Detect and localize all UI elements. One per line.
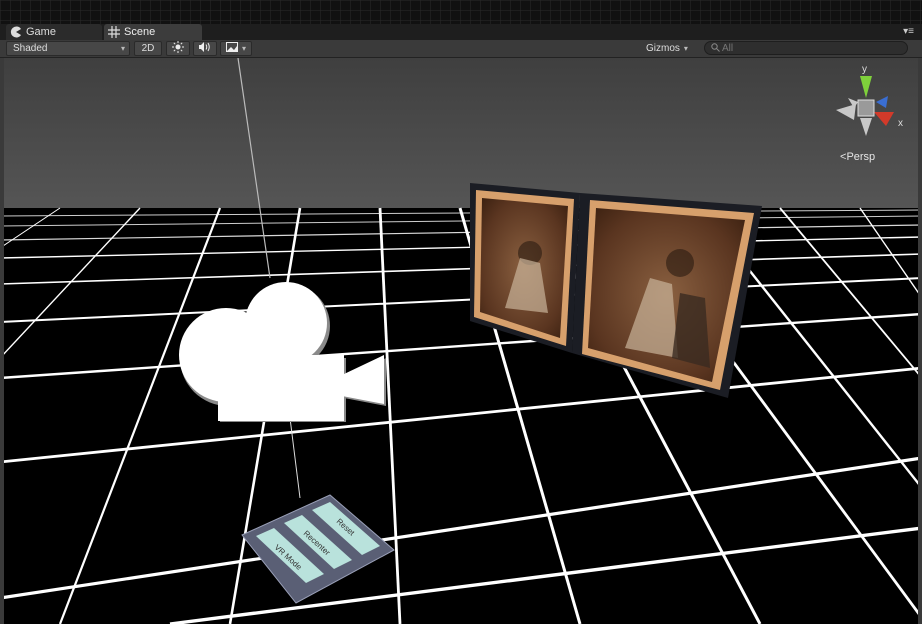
grid-icon (108, 26, 120, 38)
tab-scene-label: Scene (124, 26, 156, 38)
tab-menu-icon[interactable]: ▾≡ (903, 26, 914, 37)
search-input[interactable] (722, 42, 902, 54)
projection-label: Persp (846, 151, 876, 163)
window-top-strip (0, 0, 922, 24)
lighting-toggle-button[interactable] (166, 41, 190, 56)
speaker-icon (198, 41, 212, 56)
shading-mode-dropdown[interactable]: Shaded ▾ (6, 41, 130, 56)
2d-mode-label: 2D (141, 43, 155, 54)
scene-toolbar: Shaded ▾ 2D ▾ Gizmos ▾ (0, 40, 922, 58)
right-panel-edge (918, 58, 922, 624)
sun-icon (172, 41, 184, 56)
tab-bar: Game Scene ▾≡ (0, 24, 922, 41)
center-cube-icon[interactable] (857, 99, 875, 117)
neg-y-cone-icon[interactable] (860, 118, 872, 136)
scene-viewport[interactable]: Reset Recenter VR Mode (0, 58, 922, 624)
left-panel-edge (0, 58, 4, 624)
2d-mode-button[interactable]: 2D (134, 41, 162, 56)
projection-toggle[interactable]: <Persp (840, 151, 875, 163)
image-icon (225, 42, 238, 55)
effects-dropdown[interactable]: ▾ (220, 41, 252, 56)
z-axis-cone-icon[interactable] (876, 96, 888, 108)
neg-x-cone-icon[interactable] (836, 104, 856, 120)
tab-scene[interactable]: Scene (104, 24, 202, 40)
gizmos-dropdown[interactable]: Gizmos ▾ (646, 41, 698, 56)
scene-search[interactable] (704, 41, 908, 55)
chevron-down-icon: ▾ (120, 44, 125, 53)
scene-canvas[interactable]: Reset Recenter VR Mode (0, 58, 922, 624)
scene-orientation-gizmo[interactable]: y x (826, 62, 912, 142)
gizmos-label: Gizmos (646, 43, 680, 54)
axis-y-label: y (862, 64, 867, 75)
pacman-icon (10, 26, 22, 38)
shading-mode-label: Shaded (13, 43, 48, 54)
axis-x-label: x (898, 118, 903, 129)
tab-game[interactable]: Game (6, 24, 102, 40)
top-grid-decoration (0, 0, 922, 24)
y-axis-cone-icon[interactable] (860, 76, 872, 98)
x-axis-cone-icon[interactable] (874, 112, 894, 126)
sky-background (0, 58, 922, 208)
tab-game-label: Game (26, 26, 56, 38)
chevron-down-icon: ▾ (241, 44, 246, 53)
chevron-down-icon: ▾ (683, 44, 688, 53)
audio-toggle-button[interactable] (193, 41, 217, 56)
search-icon (711, 39, 720, 57)
